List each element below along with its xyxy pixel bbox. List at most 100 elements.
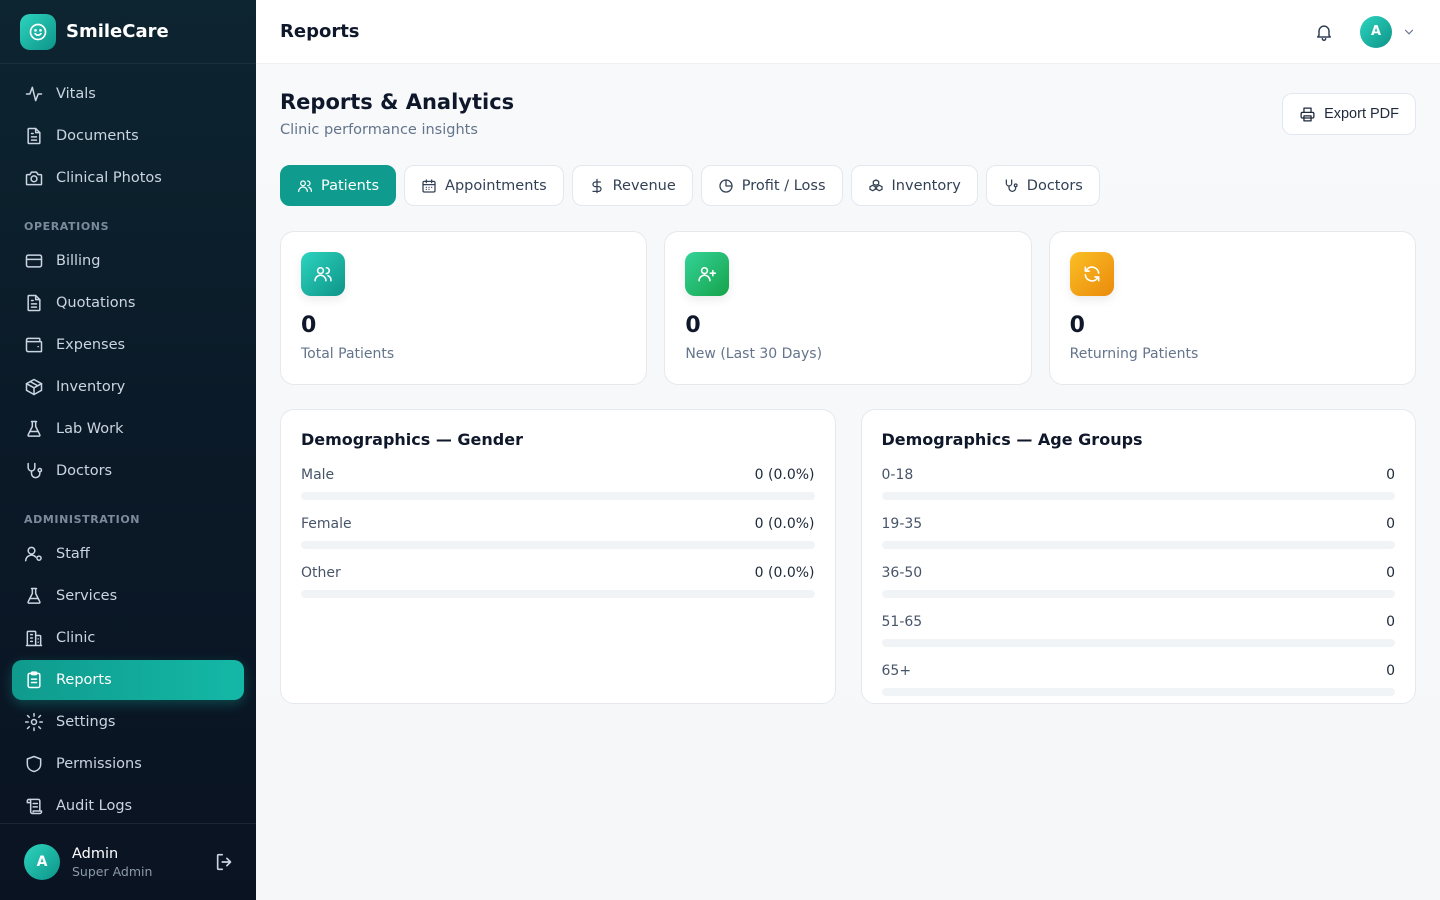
users-icon	[298, 179, 312, 192]
bar-track	[881, 492, 1395, 500]
stethoscope-icon	[1005, 178, 1018, 192]
tab-label: Patients	[321, 177, 380, 194]
sidebar-item-documents[interactable]: Documents	[12, 116, 244, 156]
scroll-icon	[26, 798, 43, 815]
bar-row: Female 0 (0.0%)	[301, 516, 815, 549]
sidebar-item-billing[interactable]: Billing	[12, 241, 244, 281]
bar-row: Male 0 (0.0%)	[301, 467, 815, 500]
sidebar-item-vitals[interactable]: Vitals	[12, 74, 244, 114]
tab-doctors[interactable]: Doctors	[985, 165, 1100, 206]
tab-inventory[interactable]: Inventory	[850, 165, 978, 206]
bar-value: 0 (0.0%)	[754, 516, 815, 532]
avatar[interactable]: A	[24, 844, 60, 880]
user-plus-icon	[685, 252, 730, 296]
sidebar-item-label: Vitals	[56, 86, 96, 102]
bar-value: 0	[1386, 467, 1395, 483]
smile-logo-icon	[20, 13, 56, 50]
sidebar-item-services[interactable]: Services	[12, 576, 244, 616]
bar-value: 0 (0.0%)	[754, 565, 815, 581]
sidebar-item-reports[interactable]: Reports	[12, 660, 244, 700]
sidebar-item-label: Inventory	[56, 379, 126, 395]
pie-chart-icon	[719, 178, 733, 193]
tab-patients[interactable]: Patients	[280, 165, 397, 206]
bar-label: 0-18	[881, 467, 914, 483]
sidebar-item-settings[interactable]: Settings	[12, 702, 244, 742]
bar-track	[881, 541, 1395, 549]
sidebar-item-label: Clinical Photos	[56, 170, 162, 186]
user-cog-icon	[24, 546, 42, 562]
sidebar-item-label: Settings	[56, 714, 116, 730]
bar-track	[881, 688, 1395, 696]
main-area: Reports A Reports & Analytics Clinic per…	[256, 0, 1440, 900]
bar-value: 0	[1386, 565, 1395, 581]
stethoscope-icon	[27, 462, 43, 479]
tab-appointments[interactable]: Appointments	[404, 165, 564, 206]
bar-value: 0	[1386, 663, 1395, 679]
export-pdf-button[interactable]: Export PDF	[1282, 93, 1416, 135]
bar-row: 51-65 0	[881, 614, 1395, 647]
sidebar-item-audit-logs[interactable]: Audit Logs	[12, 786, 244, 823]
brand[interactable]: SmileCare	[0, 0, 256, 64]
sidebar-item-staff[interactable]: Staff	[12, 534, 244, 574]
bar-row: 36-50 0	[881, 565, 1395, 598]
demographics-panels: Demographics — Gender Male 0 (0.0%) Female…	[280, 409, 1416, 704]
stat-card-new-patients: 0 New (Last 30 Days)	[664, 231, 1032, 385]
sidebar-nav: Vitals Documents Clinical Photos OPERATI…	[0, 64, 256, 823]
user-role: Super Admin	[72, 863, 153, 879]
sidebar-item-doctors[interactable]: Doctors	[12, 451, 244, 491]
bar-track	[881, 639, 1395, 647]
building-icon	[25, 630, 43, 647]
sidebar-item-label: Doctors	[56, 463, 113, 479]
sidebar-item-permissions[interactable]: Permissions	[12, 744, 244, 784]
printer-icon	[1300, 106, 1315, 122]
bar-row: Other 0 (0.0%)	[301, 565, 815, 598]
brand-name: SmileCare	[66, 21, 169, 42]
stat-card-returning-patients: 0 Returning Patients	[1048, 231, 1416, 385]
sidebar-item-clinical-photos[interactable]: Clinical Photos	[12, 158, 244, 198]
sidebar-item-label: Lab Work	[56, 421, 124, 437]
bar-track	[301, 541, 815, 549]
sidebar-item-label: Staff	[56, 546, 90, 562]
sidebar-item-quotations[interactable]: Quotations	[12, 283, 244, 323]
sidebar-item-lab-work[interactable]: Lab Work	[12, 409, 244, 449]
bar-value: 0	[1386, 614, 1395, 630]
flask-icon	[27, 420, 41, 437]
user-name: Admin	[72, 845, 119, 862]
stat-value: 0	[1069, 313, 1085, 338]
export-pdf-label: Export PDF	[1324, 106, 1399, 122]
users-icon	[301, 252, 345, 296]
sidebar-item-expenses[interactable]: Expenses	[12, 325, 244, 365]
user-menu-avatar[interactable]: A	[1360, 15, 1392, 48]
bar-value: 0 (0.0%)	[754, 467, 815, 483]
chevron-down-icon[interactable]	[1402, 25, 1416, 39]
topbar: Reports A	[256, 0, 1440, 64]
bar-track	[301, 492, 815, 500]
file-text-icon	[27, 127, 41, 145]
notifications-button[interactable]	[1304, 12, 1344, 52]
bar-track	[301, 590, 815, 598]
tab-revenue[interactable]: Revenue	[571, 165, 693, 206]
nav-section-operations: OPERATIONS	[24, 220, 110, 233]
sidebar-item-inventory[interactable]: Inventory	[12, 367, 244, 407]
gender-panel: Demographics — Gender Male 0 (0.0%) Female…	[280, 409, 836, 704]
section-subtitle: Clinic performance insights	[280, 122, 478, 138]
tab-label: Profit / Loss	[741, 177, 826, 194]
bar-label: Other	[301, 565, 341, 581]
file-text-icon	[27, 294, 41, 312]
camera-icon	[25, 171, 43, 186]
credit-card-icon	[25, 254, 43, 268]
sidebar-item-clinic[interactable]: Clinic	[12, 618, 244, 658]
panel-title: Demographics — Age Groups	[881, 430, 1143, 449]
bar-label: 51-65	[881, 614, 923, 630]
box-icon	[25, 378, 43, 396]
sidebar: SmileCare Vitals Documents Clinical Phot…	[0, 0, 256, 900]
stat-label: Total Patients	[301, 346, 395, 362]
logout-icon[interactable]	[214, 851, 236, 873]
stat-value: 0	[301, 313, 317, 338]
stat-label: Returning Patients	[1069, 346, 1199, 362]
tab-profit-loss[interactable]: Profit / Loss	[700, 165, 843, 206]
bar-row: 65+ 0	[881, 663, 1395, 696]
stat-card-total-patients: 0 Total Patients	[280, 231, 648, 385]
bar-track	[881, 590, 1395, 598]
wallet-icon	[25, 337, 43, 353]
